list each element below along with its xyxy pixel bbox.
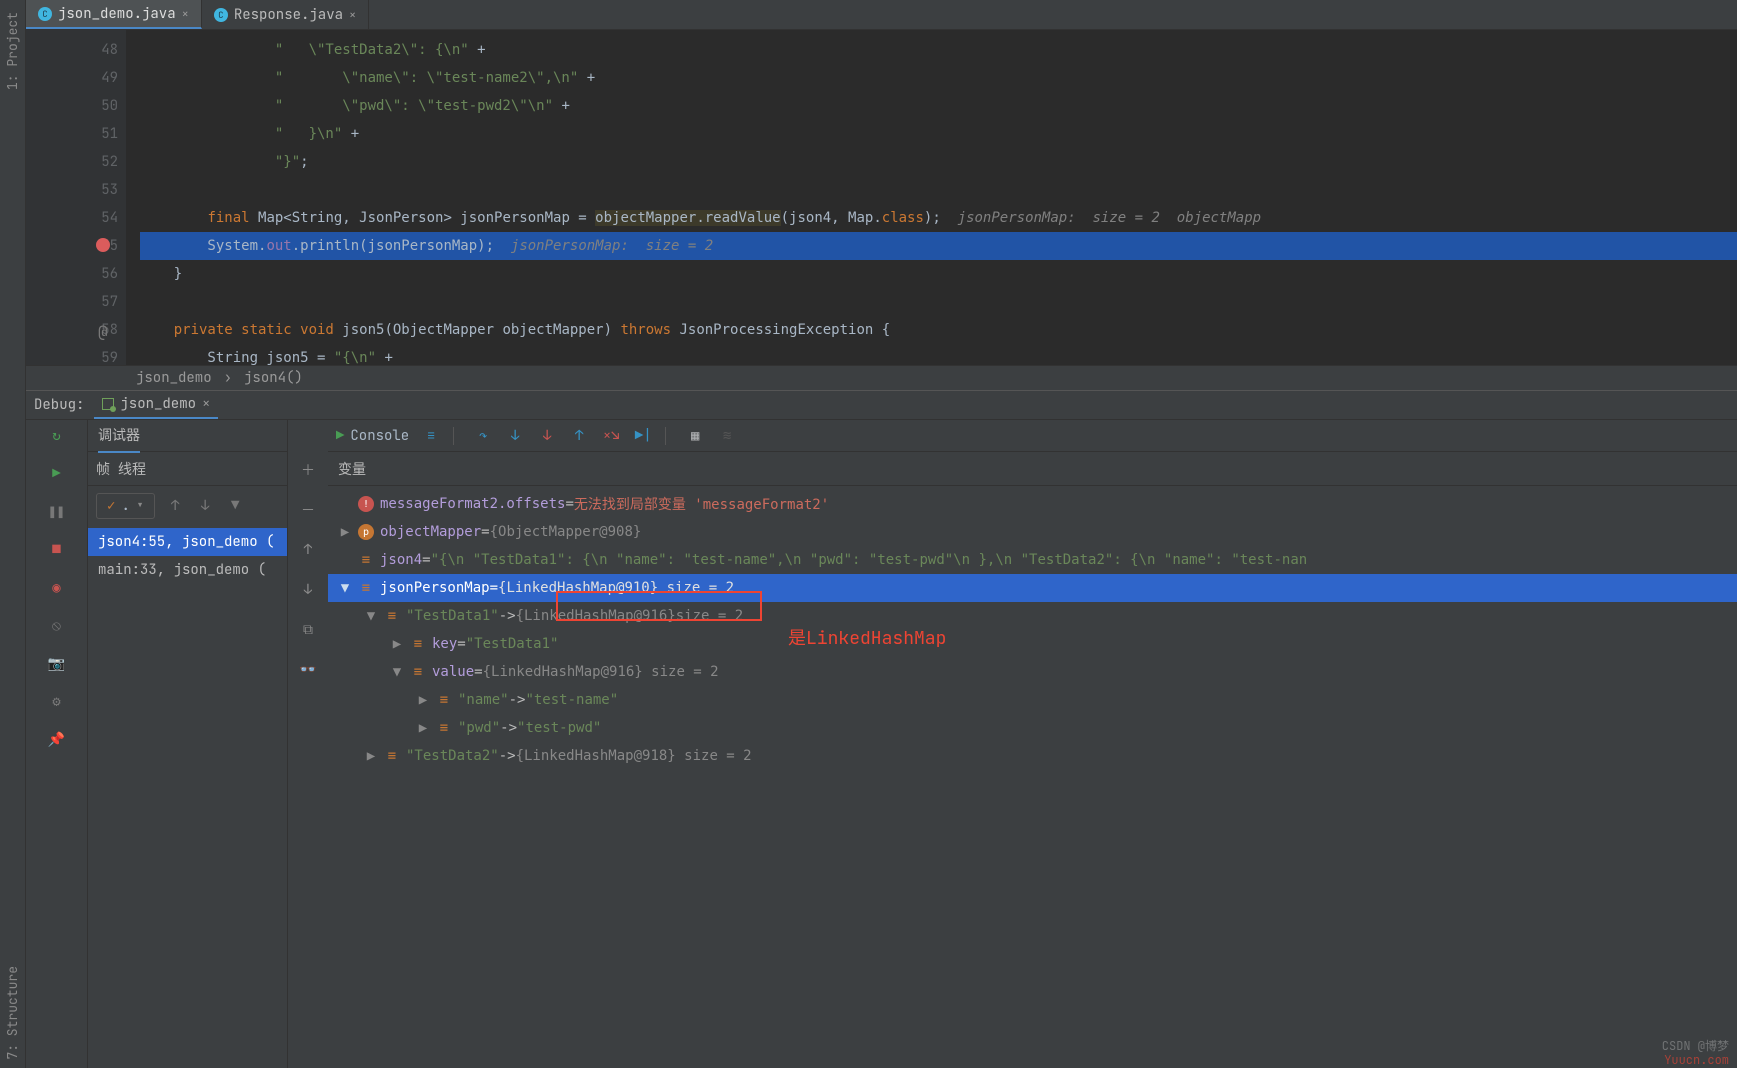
error-icon: !	[358, 496, 374, 512]
breadcrumb-method[interactable]: json4()	[244, 369, 303, 387]
add-watch-icon[interactable]: ＋	[298, 460, 318, 480]
variables-action-bar: ＋ － ↑ ↓ ⧉ 👓	[288, 420, 328, 1068]
field-icon: ≡	[436, 692, 452, 708]
step-over-icon[interactable]: ↷	[473, 426, 493, 446]
left-tool-strip: 1: Project 7: Structure	[0, 0, 26, 1068]
show-exec-point-icon[interactable]: ≡	[421, 426, 441, 446]
run-to-cursor-icon[interactable]: ▶|	[633, 426, 653, 446]
down-icon[interactable]: ↓	[298, 580, 318, 600]
trace-icon[interactable]: ≋	[717, 426, 737, 446]
field-icon: ≡	[358, 580, 374, 596]
mute-breakpoints-icon[interactable]: ⦸	[47, 616, 67, 636]
debug-panel-header: Debug: json_demo ×	[26, 390, 1737, 420]
next-frame-icon[interactable]: ↓	[195, 496, 215, 516]
field-icon: ≡	[436, 720, 452, 736]
variable-node[interactable]: ▶≡"name" -> "test-name"	[328, 686, 1737, 714]
evaluate-icon[interactable]: ▦	[685, 426, 705, 446]
variable-node[interactable]: ▼≡"TestData1" -> {LinkedHashMap@916} siz…	[328, 602, 1737, 630]
editor-gutter: @ 484950515253545556575859	[26, 30, 126, 365]
java-file-icon: C	[214, 8, 228, 22]
copy-icon[interactable]: ⧉	[298, 620, 318, 640]
console-tab[interactable]: ▶Console	[336, 427, 409, 445]
filter-icon[interactable]: ▼	[225, 496, 245, 516]
settings-icon[interactable]: ⚙	[47, 692, 67, 712]
field-icon: ≡	[384, 748, 400, 764]
debug-label: Debug:	[34, 396, 84, 414]
pause-icon[interactable]: ❚❚	[47, 502, 67, 522]
remove-watch-icon[interactable]: －	[298, 500, 318, 520]
variable-node[interactable]: ▶≡key = "TestData1"	[328, 630, 1737, 658]
variable-node[interactable]: ▶pobjectMapper = {ObjectMapper@908}	[328, 518, 1737, 546]
camera-icon[interactable]: 📷	[47, 654, 67, 674]
breadcrumb[interactable]: json_demo › json4()	[26, 365, 1737, 390]
field-icon: ≡	[410, 664, 426, 680]
param-icon: p	[358, 524, 374, 540]
code-area[interactable]: " \"TestData2\": {\n" + " \"name\": \"te…	[126, 30, 1737, 365]
resume-icon[interactable]: ▶	[47, 464, 67, 484]
variable-node[interactable]: ▶≡"TestData2" -> {LinkedHashMap@918} siz…	[328, 742, 1737, 770]
view-breakpoints-icon[interactable]: ◉	[47, 578, 67, 598]
breadcrumb-class[interactable]: json_demo	[136, 369, 212, 387]
up-icon[interactable]: ↑	[298, 540, 318, 560]
variable-node[interactable]: ≡json4 = "{\n "TestData1": {\n "name": "…	[328, 546, 1737, 574]
project-tool-button[interactable]: 1: Project	[4, 12, 21, 90]
variables-label: 变量	[328, 452, 1737, 486]
breakpoint-icon[interactable]	[96, 238, 110, 252]
stop-icon[interactable]: ■	[47, 540, 67, 560]
glasses-icon[interactable]: 👓	[298, 660, 318, 680]
code-editor[interactable]: @ 484950515253545556575859 " \"TestData2…	[26, 30, 1737, 365]
frames-panel: 调试器 帧 线程 ✓.▾ ↑ ↓ ▼ json4:55, json_demo (…	[88, 420, 288, 1068]
variable-node[interactable]: ▶≡"pwd" -> "test-pwd"	[328, 714, 1737, 742]
step-into-icon[interactable]: ↓	[505, 426, 525, 446]
debug-action-bar: ↻ ▶ ❚❚ ■ ◉ ⦸ 📷 ⚙ 📌	[26, 420, 88, 1068]
override-icon: @	[98, 318, 108, 346]
force-step-into-icon[interactable]: ↓	[537, 426, 557, 446]
run-config-icon	[102, 398, 114, 410]
tab-debugger[interactable]: 调试器	[98, 419, 140, 453]
debug-panel: ↻ ▶ ❚❚ ■ ◉ ⦸ 📷 ⚙ 📌 调试器 帧 线程	[26, 420, 1737, 1068]
editor-tabs: Cjson_demo.java×CResponse.java×	[26, 0, 1737, 30]
chevron-down-icon: ▾	[136, 497, 144, 515]
tab-threads[interactable]: 线程	[118, 459, 146, 479]
close-icon[interactable]: ×	[182, 6, 189, 22]
debug-toolbar: ▶Console ≡ ↷ ↓ ↓ ↑ ×↘ ▶| ▦ ≋	[328, 420, 1737, 452]
variable-node[interactable]: !messageFormat2.offsets = 无法找到局部变量 'mess…	[328, 490, 1737, 518]
field-icon: ≡	[384, 608, 400, 624]
variable-node[interactable]: ▼≡jsonPersonMap = {LinkedHashMap@910} si…	[328, 574, 1737, 602]
stack-frame[interactable]: json4:55, json_demo (	[88, 528, 287, 556]
pin-icon[interactable]: 📌	[47, 730, 67, 750]
rerun-icon[interactable]: ↻	[47, 426, 67, 446]
debug-session-tab[interactable]: json_demo ×	[94, 391, 218, 419]
frames-list[interactable]: json4:55, json_demo (main:33, json_demo …	[88, 526, 287, 586]
java-file-icon: C	[38, 7, 52, 21]
stack-frame[interactable]: main:33, json_demo (	[88, 556, 287, 584]
field-icon: ≡	[410, 636, 426, 652]
prev-frame-icon[interactable]: ↑	[165, 496, 185, 516]
variable-node[interactable]: ▼≡value = {LinkedHashMap@916} size = 2	[328, 658, 1737, 686]
structure-tool-button[interactable]: 7: Structure	[4, 966, 21, 1060]
thread-dropdown[interactable]: ✓.▾	[96, 493, 155, 519]
tab-frames[interactable]: 帧	[96, 459, 110, 479]
watermark-site: Yuucn.com	[1664, 1052, 1729, 1068]
editor-tab[interactable]: CResponse.java×	[202, 0, 369, 29]
close-icon[interactable]: ×	[202, 395, 210, 413]
field-icon: ≡	[358, 552, 374, 568]
drop-frame-icon[interactable]: ×↘	[601, 426, 621, 446]
chevron-right-icon: ›	[224, 369, 232, 387]
step-out-icon[interactable]: ↑	[569, 426, 589, 446]
close-icon[interactable]: ×	[349, 7, 356, 23]
variables-tree[interactable]: !messageFormat2.offsets = 无法找到局部变量 'mess…	[328, 486, 1737, 774]
editor-tab[interactable]: Cjson_demo.java×	[26, 0, 202, 29]
annotation-text: 是LinkedHashMap	[788, 624, 946, 650]
